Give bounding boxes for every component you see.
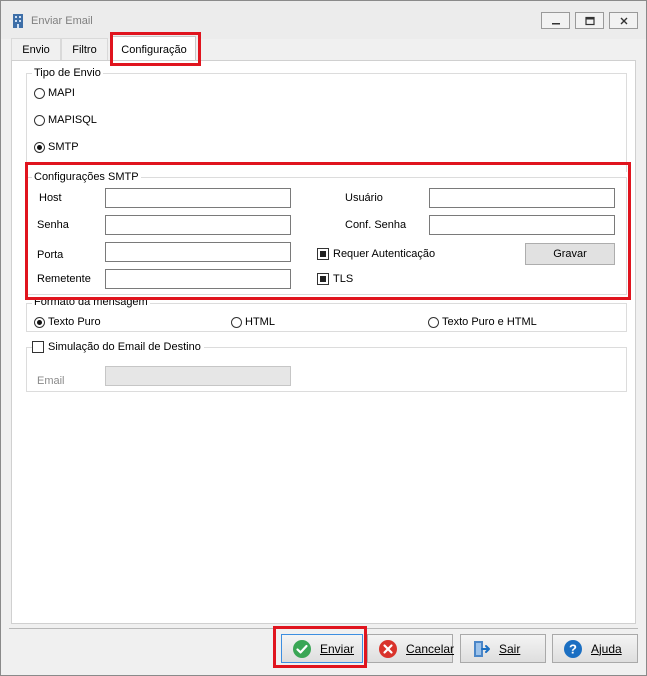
cancelar-label: Cancelar bbox=[406, 641, 455, 656]
smtp-group: Configurações SMTP Host Usuário Senha Co… bbox=[26, 171, 627, 295]
radio-smtp[interactable]: SMTP bbox=[34, 141, 79, 153]
conf-senha-label: Conf. Senha bbox=[345, 219, 407, 231]
simulacao-box[interactable] bbox=[32, 341, 44, 353]
maximize-icon bbox=[584, 16, 595, 25]
radio-smtp-circle[interactable] bbox=[34, 141, 45, 153]
tab-configuracao[interactable]: Configuração bbox=[112, 36, 196, 60]
close-window-button[interactable] bbox=[609, 12, 638, 29]
porta-input[interactable] bbox=[105, 242, 291, 262]
formato-mensagem-title: Formato da mensagem bbox=[32, 296, 150, 308]
ajuda-button[interactable]: ? Ajuda bbox=[552, 634, 638, 663]
tipo-envio-title: Tipo de Envio bbox=[32, 67, 103, 79]
radio-texto-puro-e-html[interactable]: Texto Puro e HTML bbox=[428, 316, 537, 328]
radio-mapisql-circle[interactable] bbox=[34, 114, 45, 126]
usuario-input[interactable] bbox=[429, 188, 615, 208]
radio-mapi-circle[interactable] bbox=[34, 87, 45, 99]
check-circle-icon bbox=[293, 639, 311, 658]
porta-label: Porta bbox=[37, 249, 64, 261]
tls-checkbox[interactable]: TLS bbox=[317, 273, 353, 285]
radio-html-circle[interactable] bbox=[231, 316, 242, 328]
remetente-label: Remetente bbox=[37, 273, 91, 285]
enviar-email-window: Enviar Email Envio Filtro Configuração T… bbox=[0, 0, 647, 676]
title-bar: Enviar Email bbox=[1, 1, 646, 39]
configuracao-panel: Tipo de Envio MAPI MAPISQL SMTP Configur… bbox=[11, 60, 636, 624]
tls-label: TLS bbox=[333, 273, 354, 285]
exit-door-icon bbox=[474, 640, 490, 657]
cancelar-button[interactable]: Cancelar bbox=[367, 634, 455, 663]
app-building-icon bbox=[13, 14, 23, 28]
window-title: Enviar Email bbox=[31, 15, 93, 27]
formato-mensagem-group: Formato da mensagem Texto Puro HTML Text… bbox=[26, 296, 627, 332]
email-label: Email bbox=[37, 375, 65, 387]
radio-html[interactable]: HTML bbox=[231, 316, 275, 328]
senha-input[interactable] bbox=[105, 215, 291, 235]
host-input[interactable] bbox=[105, 188, 291, 208]
x-circle-icon bbox=[379, 639, 397, 658]
requer-autenticacao-box[interactable] bbox=[317, 248, 329, 260]
remetente-input[interactable] bbox=[105, 269, 291, 289]
radio-mapi[interactable]: MAPI bbox=[34, 87, 75, 99]
radio-mapisql-label: MAPISQL bbox=[48, 114, 97, 126]
tab-filtro[interactable]: Filtro bbox=[61, 38, 108, 60]
maximize-button[interactable] bbox=[575, 12, 604, 29]
tls-box[interactable] bbox=[317, 273, 329, 285]
radio-texto-puro-e-html-label: Texto Puro e HTML bbox=[442, 316, 537, 328]
tipo-envio-group: Tipo de Envio MAPI MAPISQL SMTP bbox=[26, 67, 627, 172]
senha-label: Senha bbox=[37, 219, 69, 231]
tab-envio[interactable]: Envio bbox=[11, 38, 61, 60]
radio-smtp-label: SMTP bbox=[48, 141, 79, 153]
simulacao-group: Simulação do Email de Destino Email bbox=[26, 341, 627, 392]
radio-texto-puro-label: Texto Puro bbox=[48, 316, 101, 328]
smtp-title: Configurações SMTP bbox=[32, 171, 141, 183]
enviar-label: Enviar bbox=[320, 641, 355, 656]
radio-texto-puro-e-html-circle[interactable] bbox=[428, 316, 439, 328]
simulacao-label: Simulação do Email de Destino bbox=[48, 341, 201, 353]
enviar-button[interactable]: Enviar bbox=[281, 634, 363, 663]
requer-autenticacao-label: Requer Autenticação bbox=[333, 248, 436, 260]
host-label: Host bbox=[39, 192, 62, 204]
simulacao-checkbox[interactable]: Simulação do Email de Destino bbox=[32, 341, 204, 353]
svg-text:?: ? bbox=[569, 641, 577, 656]
radio-texto-puro[interactable]: Texto Puro bbox=[34, 316, 101, 328]
usuario-label: Usuário bbox=[345, 192, 383, 204]
minimize-icon bbox=[551, 22, 560, 24]
radio-texto-puro-circle[interactable] bbox=[34, 316, 45, 328]
bottom-separator bbox=[9, 628, 638, 629]
conf-senha-input[interactable] bbox=[429, 215, 615, 235]
minimize-button[interactable] bbox=[541, 12, 570, 29]
help-circle-icon: ? bbox=[564, 639, 582, 658]
gravar-button[interactable]: Gravar bbox=[525, 243, 615, 265]
sair-button[interactable]: Sair bbox=[460, 634, 546, 663]
radio-mapi-label: MAPI bbox=[48, 87, 75, 99]
ajuda-label: Ajuda bbox=[591, 641, 622, 656]
sair-label: Sair bbox=[499, 641, 521, 656]
email-input[interactable] bbox=[105, 366, 291, 386]
close-icon bbox=[620, 17, 627, 24]
radio-mapisql[interactable]: MAPISQL bbox=[34, 114, 97, 126]
radio-html-label: HTML bbox=[245, 316, 275, 328]
requer-autenticacao-checkbox[interactable]: Requer Autenticação bbox=[317, 248, 435, 260]
